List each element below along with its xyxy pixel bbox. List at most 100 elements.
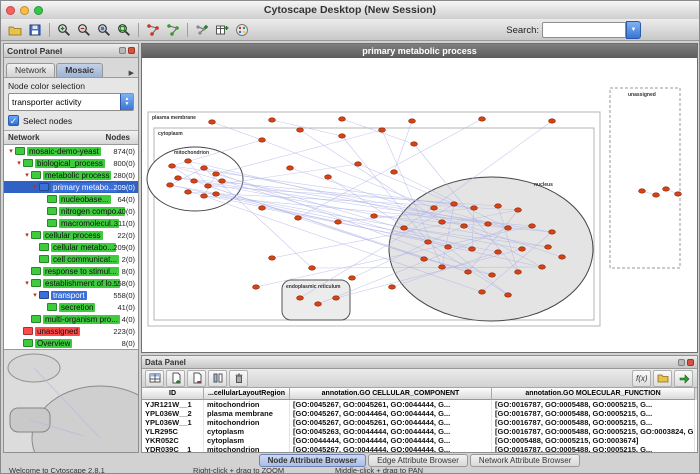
network-node[interactable] (675, 192, 682, 196)
zoom-selected-icon[interactable] (94, 21, 113, 39)
network-node[interactable] (401, 226, 408, 230)
network-node[interactable] (209, 120, 216, 124)
network-node[interactable] (471, 206, 478, 210)
network-node[interactable] (439, 220, 446, 224)
tree-item-response-to-stimul[interactable]: response to stimul...8(0) (4, 265, 138, 277)
tree-item-overview[interactable]: Overview8(0) (4, 337, 138, 349)
network-node[interactable] (355, 162, 362, 166)
new-network-from-selection-icon[interactable] (163, 21, 182, 39)
column-header[interactable]: annotation.GO MOLECULAR_FUNCTION (492, 388, 695, 400)
network-node[interactable] (485, 222, 492, 226)
network-view-title[interactable]: primary metabolic process (142, 44, 697, 58)
network-node[interactable] (515, 208, 522, 212)
table-row[interactable]: YJR121W__1mitochondrion[GO:0045267, GO:0… (142, 400, 697, 409)
network-node[interactable] (185, 190, 192, 194)
table-row[interactable]: YLR295Ccytoplasm[GO:0045263, GO:0044444,… (142, 427, 697, 436)
table-row[interactable]: YKR052Ccytoplasm[GO:0044444, GO:0044444,… (142, 436, 697, 445)
vizmapper-icon[interactable] (232, 21, 251, 39)
import-network-icon[interactable] (192, 21, 211, 39)
table-row[interactable]: YDR039C__1mitochondrion[GO:0045267, GO:0… (142, 445, 697, 452)
network-node[interactable] (219, 179, 226, 183)
network-node[interactable] (529, 224, 536, 228)
expander-icon[interactable]: ▾ (31, 183, 39, 191)
tab-mosaic[interactable]: Mosaic (56, 63, 103, 77)
network-node[interactable] (653, 193, 660, 197)
network-node[interactable] (549, 230, 556, 234)
network-node[interactable] (469, 247, 476, 251)
tab-network[interactable]: Network (6, 63, 55, 77)
tree-item-cell-communicat[interactable]: cell communicat...2(0) (4, 253, 138, 265)
network-node[interactable] (505, 293, 512, 297)
tree-item-metabolic-process[interactable]: ▾metabolic process280(0) (4, 169, 138, 181)
tab-overflow-icon[interactable]: ▶ (127, 69, 136, 77)
expander-icon[interactable]: ▾ (7, 147, 15, 155)
float-panel-icon[interactable] (678, 359, 685, 366)
map-ontology-icon[interactable] (674, 370, 693, 387)
tree-item-secretion[interactable]: secretion41(0) (4, 301, 138, 313)
import-attribute-file-icon[interactable] (653, 370, 672, 387)
network-node[interactable] (349, 276, 356, 280)
network-node[interactable] (519, 247, 526, 251)
network-node[interactable] (451, 202, 458, 206)
table-row[interactable]: YPL036W__1mitochondrion[GO:0045267, GO:0… (142, 418, 697, 427)
tree-item-unassigned[interactable]: unassigned223(0) (4, 325, 138, 337)
column-header[interactable]: ...cellularLayoutRegion (204, 388, 290, 400)
combo-stepper-icon[interactable]: ▲▼ (120, 94, 133, 110)
network-node[interactable] (421, 257, 428, 261)
network-node[interactable] (201, 194, 208, 198)
formula-builder-icon[interactable]: f(x) (632, 370, 651, 387)
network-node[interactable] (335, 220, 342, 224)
network-node[interactable] (639, 189, 646, 193)
close-panel-icon[interactable] (687, 359, 694, 366)
import-attributes-icon[interactable] (212, 21, 231, 39)
search-input[interactable] (542, 22, 626, 38)
network-node[interactable] (205, 184, 212, 188)
tree-item-cellular-metabo[interactable]: cellular metabo...209(0) (4, 241, 138, 253)
network-node[interactable] (259, 138, 266, 142)
expander-icon[interactable]: ▾ (15, 159, 23, 167)
network-overview-thumbnail[interactable] (4, 350, 138, 452)
network-node[interactable] (325, 175, 332, 179)
open-session-icon[interactable] (5, 21, 24, 39)
table-row[interactable]: YPL036W__2plasma membrane[GO:0045267, GO… (142, 409, 697, 418)
network-node[interactable] (549, 119, 556, 123)
network-node[interactable] (545, 245, 552, 249)
tab-network-attribute-browser[interactable]: Network Attribute Browser (470, 454, 580, 467)
network-node[interactable] (411, 142, 418, 146)
color-attribute-select[interactable]: transporter activity ▲▼ (8, 93, 134, 111)
network-node[interactable] (213, 172, 220, 176)
network-node[interactable] (439, 265, 446, 269)
trash-icon[interactable] (229, 370, 248, 387)
network-node[interactable] (269, 118, 276, 122)
network-node[interactable] (339, 117, 346, 121)
tree-item-macromolecul[interactable]: macromolecul...311(0) (4, 217, 138, 229)
network-node[interactable] (169, 164, 176, 168)
network-node[interactable] (269, 256, 276, 260)
network-node[interactable] (505, 226, 512, 230)
network-node[interactable] (425, 240, 432, 244)
network-node[interactable] (315, 302, 322, 306)
select-attributes-icon[interactable] (145, 370, 164, 387)
network-node[interactable] (287, 166, 294, 170)
network-node[interactable] (559, 255, 566, 259)
search-dropdown-icon[interactable]: ▼ (626, 21, 641, 39)
network-node[interactable] (297, 296, 304, 300)
hide-selected-icon[interactable] (143, 21, 162, 39)
network-node[interactable] (409, 119, 416, 123)
network-node[interactable] (259, 206, 266, 210)
tree-item-primary-metabo[interactable]: ▾primary metabo...209(0) (4, 181, 138, 193)
network-node[interactable] (295, 216, 302, 220)
expander-icon[interactable]: ▾ (23, 171, 31, 179)
tree-item-nitrogen-compo[interactable]: nitrogen compo...40(0) (4, 205, 138, 217)
tree-item-nucleobase[interactable]: nucleobase...64(0) (4, 193, 138, 205)
tree-item-cellular-process[interactable]: ▾cellular process22(0) (4, 229, 138, 241)
network-node[interactable] (445, 245, 452, 249)
network-node[interactable] (371, 214, 378, 218)
network-node[interactable] (389, 285, 396, 289)
network-node[interactable] (297, 128, 304, 132)
network-node[interactable] (309, 266, 316, 270)
network-node[interactable] (253, 285, 260, 289)
network-node[interactable] (479, 117, 486, 121)
network-node[interactable] (213, 192, 220, 196)
network-node[interactable] (431, 206, 438, 210)
